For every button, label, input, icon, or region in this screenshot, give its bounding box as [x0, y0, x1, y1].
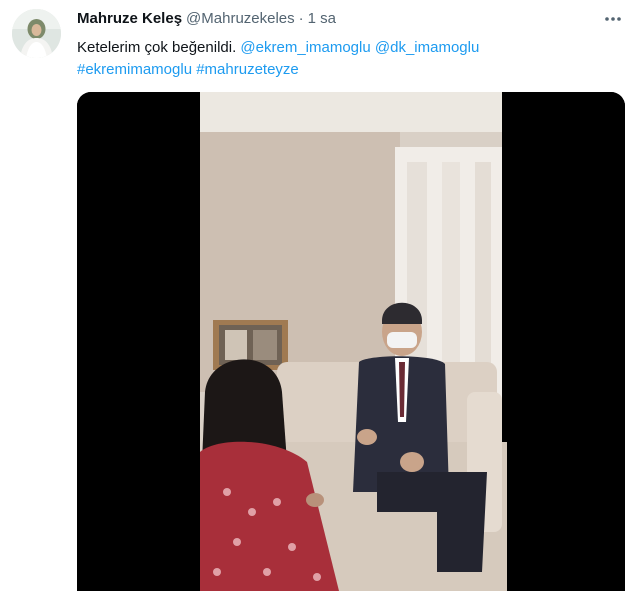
tweet-text-body: Ketelerim çok beğenildi.	[77, 39, 241, 56]
tweet-header: Mahruze Keleş @Mahruzekeles · 1 sa	[77, 10, 336, 32]
more-options-icon[interactable]	[600, 6, 626, 32]
video-content	[200, 92, 507, 591]
avatar[interactable]	[12, 9, 61, 58]
mention-link[interactable]: @ekrem_imamoglu	[240, 39, 370, 56]
hashtag-link[interactable]: #ekremimamoglu	[77, 61, 192, 78]
separator-dot: ·	[298, 10, 304, 27]
timestamp[interactable]: 1 sa	[308, 10, 336, 27]
display-name[interactable]: Mahruze Keleş	[77, 10, 182, 27]
video-player[interactable]	[77, 92, 625, 591]
video-frame	[77, 92, 625, 591]
mention-link[interactable]: @dk_imamoglu	[375, 39, 479, 56]
tweet-text: Ketelerim çok beğenildi. @ekrem_imamoglu…	[77, 37, 597, 81]
tweet[interactable]: Mahruze Keleş @Mahruzekeles · 1 sa Ketel…	[0, 0, 640, 591]
user-handle[interactable]: @Mahruzekeles	[186, 10, 295, 27]
avatar-image	[12, 9, 61, 58]
hashtag-link[interactable]: #mahruzeteyze	[196, 61, 299, 78]
